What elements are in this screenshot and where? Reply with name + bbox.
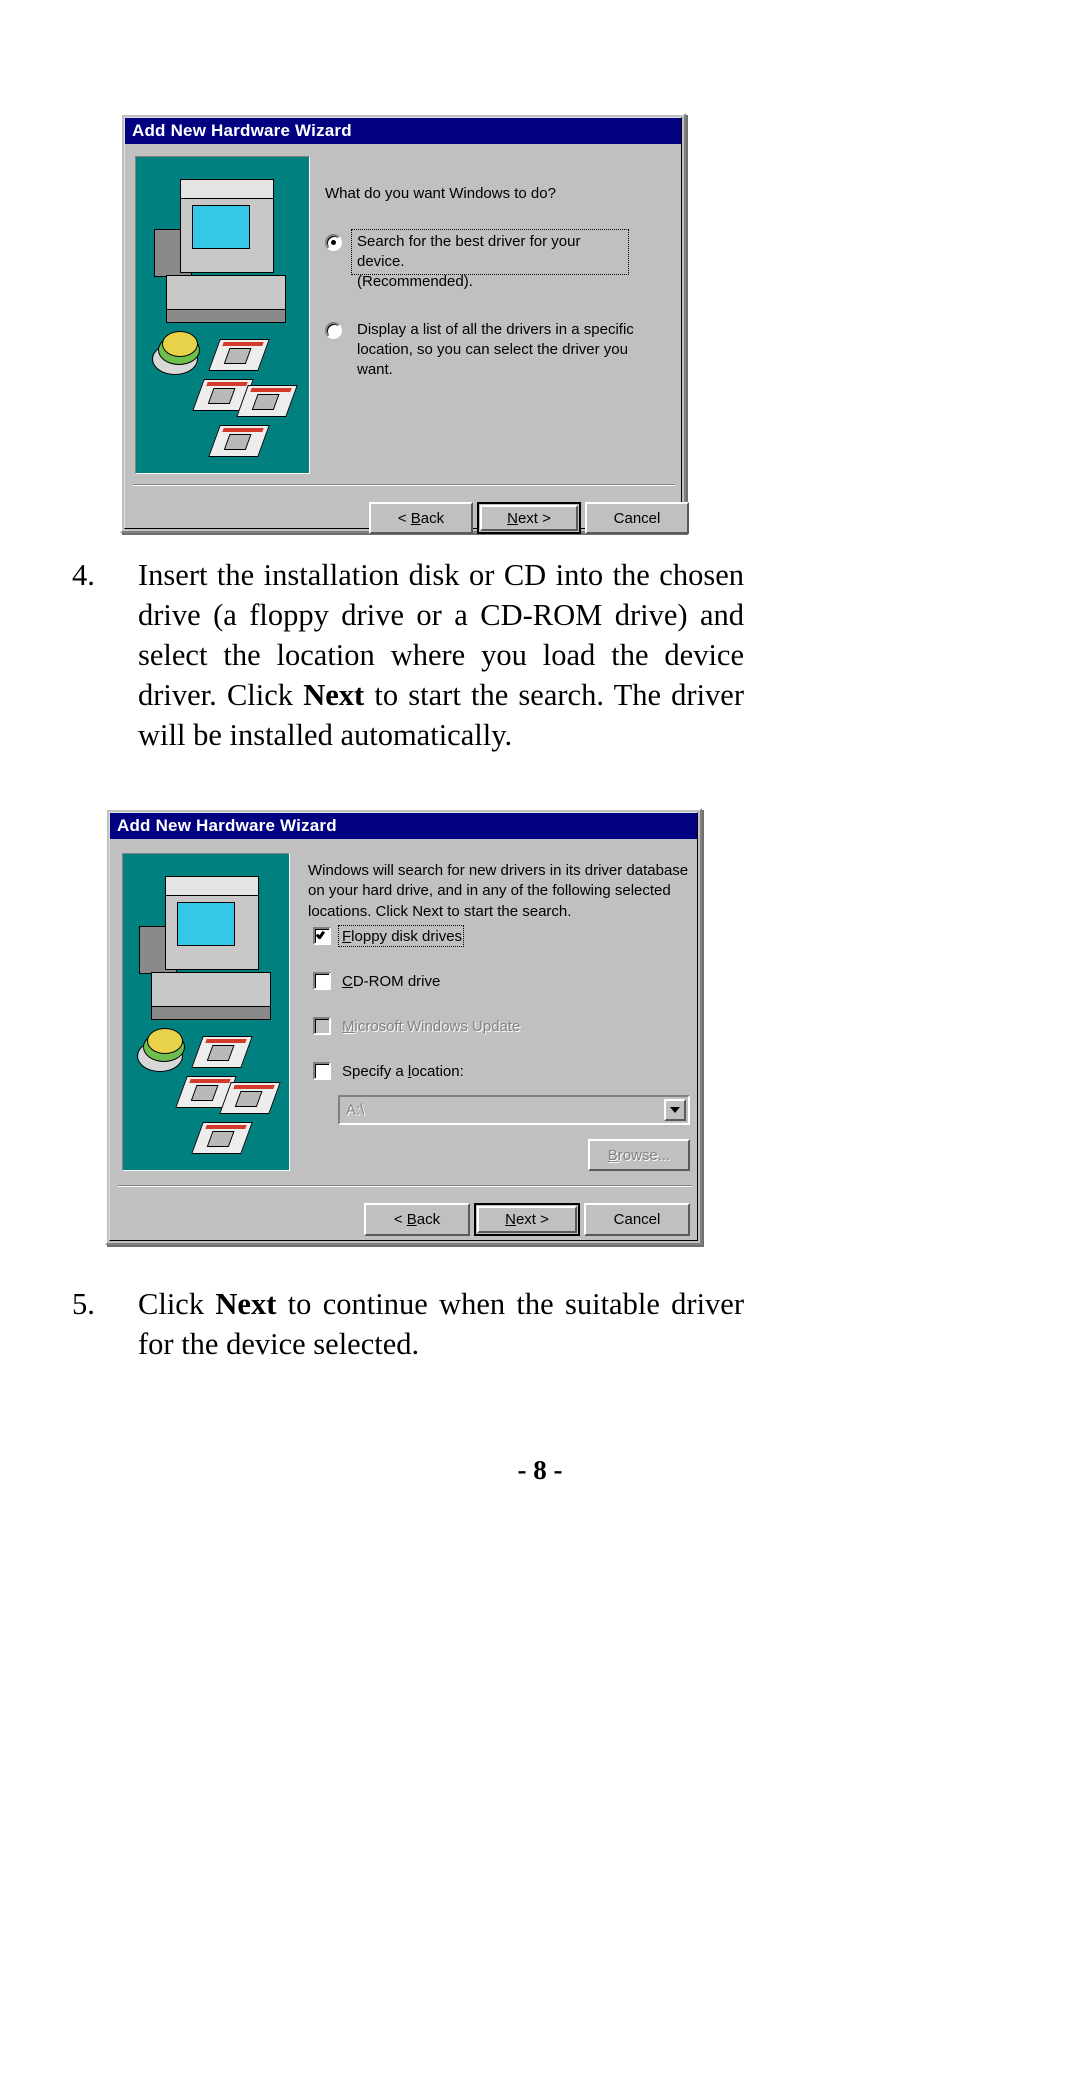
option-1-line-1: Search for the best driver for your devi…: [357, 233, 581, 270]
dialog-1-prompt: What do you want Windows to do?: [325, 185, 556, 202]
dialog-1-separator: [133, 484, 675, 486]
specify-mnemonic: l: [407, 1063, 412, 1080]
next-mnemonic-1: N: [507, 509, 518, 527]
next-mnemonic-2: N: [505, 1211, 516, 1228]
checkbox-cd-rom-label: CD-ROM drive: [342, 973, 441, 990]
location-combo-box[interactable]: A:\: [338, 1095, 690, 1125]
step-5-bold-next: Next: [215, 1287, 277, 1321]
back-button-dialog-2[interactable]: < Back: [364, 1203, 470, 1236]
cancel-label-2: Cancel: [613, 1211, 661, 1228]
option-1-line-2: (Recommended).: [357, 272, 473, 290]
dialog-1-body: What do you want Windows to do? Search f…: [125, 144, 689, 534]
cancel-label-1: Cancel: [613, 509, 661, 527]
page-number: - 8 -: [517, 1455, 563, 1485]
checkbox-cd-rom-drive[interactable]: [313, 972, 331, 990]
radio-display-driver-list-label: Display a list of all the drivers in a s…: [357, 320, 647, 379]
checkbox-specify-location-label: Specify a location:: [342, 1063, 464, 1080]
browse-button[interactable]: Browse...: [588, 1139, 690, 1171]
checkbox-microsoft-windows-update: [313, 1017, 331, 1035]
cdrom-mnemonic: C: [342, 973, 353, 990]
radio-display-driver-list[interactable]: [325, 322, 342, 339]
next-button-dialog-1[interactable]: Next >: [477, 502, 581, 534]
wizard-illustration-1: [135, 156, 310, 474]
checkmark-icon: [317, 930, 328, 939]
option-2-line-2: location, so you can select the driver y…: [357, 340, 628, 378]
back-button-dialog-1[interactable]: < Back: [369, 502, 473, 534]
back-mnemonic-2: B: [406, 1211, 417, 1228]
checkbox-windows-update-label: Microsoft Windows Update: [342, 1018, 521, 1035]
dialog-2-description: Windows will search for new drivers in i…: [308, 861, 698, 922]
step-5-text-part1: Click: [138, 1287, 216, 1321]
option-2-line-1: Display a list of all the drivers in a s…: [357, 321, 634, 338]
desc-line-2: on your hard drive, and in any of the fo…: [308, 882, 671, 900]
step-4-text: Insert the installation disk or CD into …: [138, 556, 744, 756]
add-new-hardware-wizard-dialog-1: Add New Hardware Wizard What do you want…: [120, 113, 689, 534]
update-mnemonic: M: [342, 1018, 355, 1035]
step-4-bold-next: Next: [303, 677, 365, 712]
dialog-2-separator: [118, 1185, 692, 1187]
step-5-number: 5.: [72, 1287, 95, 1321]
checkbox-floppy-disk-drives[interactable]: [313, 927, 331, 945]
next-button-dialog-2[interactable]: Next >: [474, 1203, 580, 1236]
desc-line-1: Windows will search for new drivers in i…: [308, 862, 689, 879]
dialog-1-titlebar: Add New Hardware Wizard: [125, 118, 681, 144]
add-new-hardware-wizard-dialog-2: Add New Hardware Wizard Windows will sea…: [105, 808, 702, 1245]
desc-line-3: locations. Click Next to start the searc…: [308, 902, 572, 920]
floppy-mnemonic: F: [342, 928, 352, 945]
location-combo-value: A:\: [346, 1101, 365, 1119]
checkbox-specify-a-location[interactable]: [313, 1062, 331, 1080]
radio-selected-dot: [331, 240, 336, 245]
document-page: Add New Hardware Wizard What do you want…: [0, 0, 1080, 2097]
step-4-number: 4.: [72, 558, 95, 592]
browse-mnemonic: B: [607, 1146, 618, 1164]
dialog-2-body: Windows will search for new drivers in i…: [110, 839, 697, 1240]
wizard-illustration-2: [122, 853, 290, 1171]
checkbox-floppy-label: Floppy disk drives: [342, 928, 463, 945]
dialog-2-titlebar: Add New Hardware Wizard: [110, 813, 697, 839]
radio-search-best-driver-label: Search for the best driver for your devi…: [357, 232, 627, 291]
radio-search-best-driver[interactable]: [325, 234, 342, 251]
cancel-button-dialog-2[interactable]: Cancel: [584, 1203, 690, 1236]
chevron-down-icon[interactable]: [664, 1099, 686, 1121]
back-mnemonic-1: B: [410, 509, 421, 527]
step-5-text: Click Next to continue when the suitable…: [138, 1285, 744, 1365]
cancel-button-dialog-1[interactable]: Cancel: [585, 502, 689, 534]
